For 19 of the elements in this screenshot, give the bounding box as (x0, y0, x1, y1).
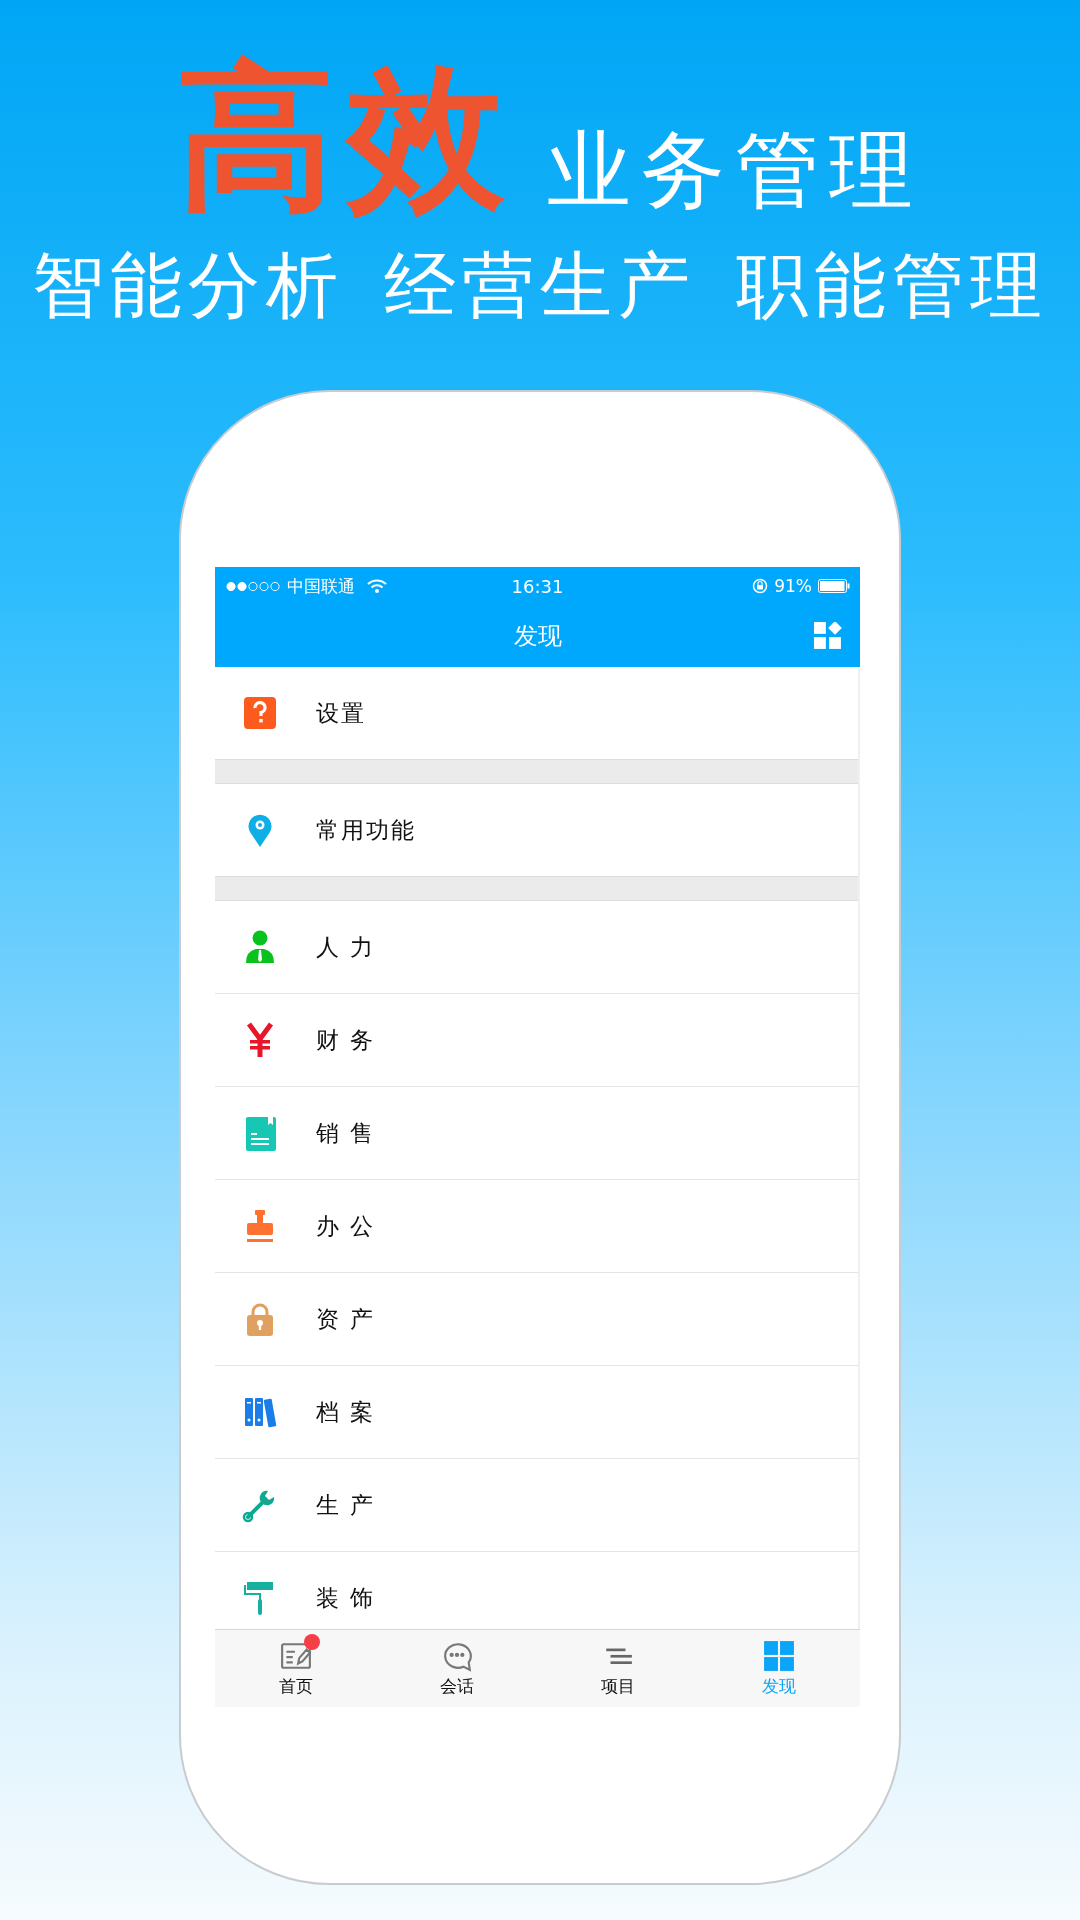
battery-icon (818, 579, 850, 593)
rotation-lock-icon (752, 578, 769, 594)
tab[interactable]: 首页 (215, 1630, 377, 1707)
headline-text: 业务管理 (547, 128, 923, 221)
apps-icon[interactable] (814, 622, 842, 650)
tab[interactable]: 会话 (376, 1630, 538, 1707)
grid-icon (763, 1639, 796, 1672)
help-icon (242, 695, 278, 731)
tab[interactable]: 项目 (537, 1630, 699, 1707)
slogan-text: 职能管理 (736, 242, 1048, 329)
wifi-icon (367, 579, 387, 593)
slogan-text: 经营生产 (384, 242, 696, 329)
nav-title: 发现 (513, 621, 562, 652)
signal-icon (225, 580, 281, 592)
slogan-text: 智能分析 (32, 242, 344, 329)
battery-percent-text: 91% (774, 576, 812, 596)
headline-emphasis: 高效 (177, 52, 517, 222)
carrier-text: 中国联通 (287, 574, 355, 598)
time-text: 16:31 (511, 575, 564, 597)
